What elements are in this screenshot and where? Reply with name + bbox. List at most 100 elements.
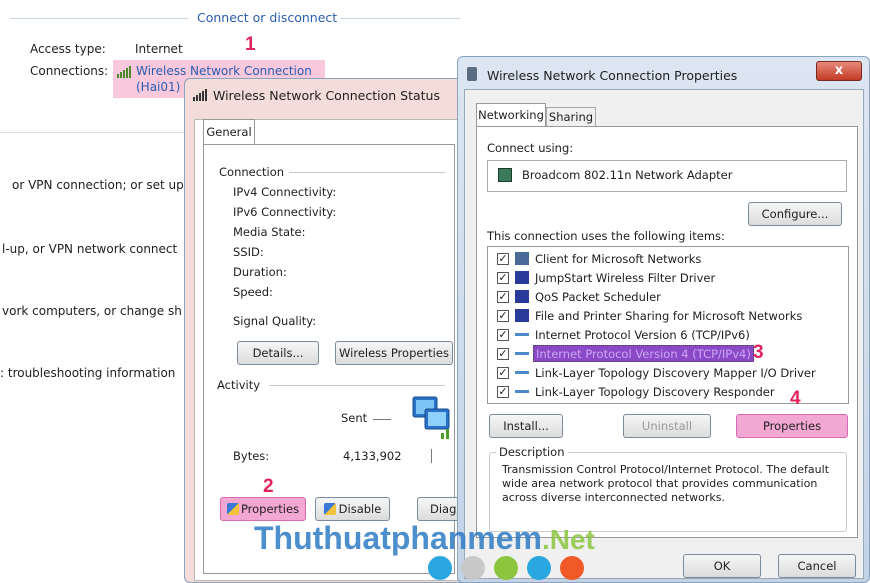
connections-label: Connections: xyxy=(30,64,109,78)
connection-link-line1[interactable]: Wireless Network Connection xyxy=(136,64,312,78)
watermark-dot xyxy=(494,556,518,580)
connection-group-label: Connection xyxy=(219,165,285,179)
network-computers-icon xyxy=(411,395,453,442)
item-checkbox[interactable]: ✓ xyxy=(497,291,509,303)
watermark-dot xyxy=(560,556,584,580)
protocol-icon xyxy=(515,333,529,336)
watermark-text: Thuthuatphanmem xyxy=(254,520,542,556)
cancel-button[interactable]: Cancel xyxy=(778,554,856,578)
access-type-value: Internet xyxy=(135,42,183,56)
wireless-signal-icon xyxy=(193,89,207,104)
list-item-selected[interactable]: Internet Protocol Version 4 (TCP/IPv4) xyxy=(533,345,754,362)
items-list: ✓ Client for Microsoft Networks ✓ JumpSt… xyxy=(487,246,849,404)
signal-quality-label: Signal Quality: xyxy=(233,314,317,328)
list-item[interactable]: Link-Layer Topology Discovery Responder xyxy=(535,385,775,399)
bg-row-2[interactable]: l-up, or VPN network connect xyxy=(2,242,177,256)
bg-row-3[interactable]: vork computers, or change sh xyxy=(2,304,182,318)
list-item[interactable]: Internet Protocol Version 6 (TCP/IPv6) xyxy=(535,328,750,342)
list-item[interactable]: File and Printer Sharing for Microsoft N… xyxy=(535,309,802,323)
tab-general[interactable]: General xyxy=(203,119,255,145)
network-client-icon xyxy=(515,252,529,265)
bytes-divider xyxy=(431,449,432,463)
status-titlebar[interactable]: Wireless Network Connection Status xyxy=(185,79,473,109)
item-checkbox[interactable]: ✓ xyxy=(497,329,509,341)
field-duration: Duration: xyxy=(233,265,287,279)
ok-button[interactable]: OK xyxy=(683,554,761,578)
sent-rule xyxy=(373,419,391,420)
uac-shield-icon xyxy=(226,503,239,515)
field-ipv4: IPv4 Connectivity: xyxy=(233,185,337,199)
watermark-dot xyxy=(428,556,452,580)
bg-row-1[interactable]: or VPN connection; or set up xyxy=(12,178,184,192)
wireless-properties-button[interactable]: Wireless Properties xyxy=(335,341,453,365)
bytes-label: Bytes: xyxy=(233,449,270,463)
field-ipv6: IPv6 Connectivity: xyxy=(233,205,337,219)
activity-group-label: Activity xyxy=(217,378,261,392)
item-checkbox[interactable]: ✓ xyxy=(497,386,509,398)
field-speed: Speed: xyxy=(233,285,273,299)
tab-sharing[interactable]: Sharing xyxy=(546,107,596,127)
step-4-label: 4 xyxy=(790,388,801,409)
status-properties-button[interactable]: Properties xyxy=(220,497,306,521)
sent-label: Sent xyxy=(341,411,368,425)
item-checkbox[interactable]: ✓ xyxy=(497,253,509,265)
properties-title: Wireless Network Connection Properties xyxy=(487,68,738,83)
list-item[interactable]: Link-Layer Topology Discovery Mapper I/O… xyxy=(535,366,816,380)
details-button[interactable]: Details... xyxy=(237,341,319,365)
item-checkbox[interactable]: ✓ xyxy=(497,348,509,360)
list-item[interactable]: JumpStart Wireless Filter Driver xyxy=(535,271,715,285)
status-title: Wireless Network Connection Status xyxy=(213,88,440,103)
uninstall-button[interactable]: Uninstall xyxy=(623,414,711,438)
network-service-icon xyxy=(515,309,529,322)
step-3-label: 3 xyxy=(753,342,764,363)
network-adapter-icon xyxy=(498,168,512,182)
item-checkbox[interactable]: ✓ xyxy=(497,272,509,284)
item-checkbox[interactable]: ✓ xyxy=(497,310,509,322)
section-title: Connect or disconnect xyxy=(197,10,338,25)
watermark-dots xyxy=(428,556,628,580)
field-media-state: Media State: xyxy=(233,225,306,239)
connect-using-label: Connect using: xyxy=(487,141,574,155)
item-properties-button[interactable]: Properties xyxy=(736,414,848,438)
protocol-icon xyxy=(515,371,529,374)
access-type-label: Access type: xyxy=(30,42,106,56)
uac-shield-icon xyxy=(323,503,336,515)
field-ssid: SSID: xyxy=(233,245,264,259)
configure-button[interactable]: Configure... xyxy=(748,202,842,226)
network-service-icon xyxy=(515,271,529,284)
step-2-label: 2 xyxy=(263,476,274,497)
close-button[interactable]: x xyxy=(816,61,862,81)
protocol-icon xyxy=(515,352,529,355)
disable-button[interactable]: Disable xyxy=(315,497,390,521)
properties-window: Wireless Network Connection Properties x… xyxy=(457,56,870,583)
properties-titlebar[interactable]: Wireless Network Connection Properties x xyxy=(458,57,869,87)
tab-networking[interactable]: Networking xyxy=(476,103,546,127)
network-service-icon xyxy=(515,290,529,303)
description-text: Transmission Control Protocol/Internet P… xyxy=(502,463,830,504)
list-item[interactable]: QoS Packet Scheduler xyxy=(535,290,661,304)
activity-group-rule xyxy=(269,385,445,386)
install-button[interactable]: Install... xyxy=(489,414,563,438)
disable-label: Disable xyxy=(338,502,382,516)
status-properties-label: Properties xyxy=(240,502,300,516)
step-1-label: 1 xyxy=(245,34,256,55)
connection-group-rule xyxy=(289,172,445,173)
bytes-sent-value: 4,133,902 xyxy=(343,449,402,463)
list-item[interactable]: Client for Microsoft Networks xyxy=(535,252,701,266)
connection-link-line2[interactable]: (Hai01) xyxy=(136,80,180,94)
section-rule-left xyxy=(10,18,188,19)
watermark-suffix: .Net xyxy=(541,524,595,555)
wireless-signal-icon xyxy=(117,66,131,78)
description-group-label: Description xyxy=(496,445,568,459)
watermark-dot xyxy=(527,556,551,580)
watermark: Thuthuatphanmem.Net xyxy=(254,520,595,557)
protocol-icon xyxy=(515,390,529,393)
bg-row-4[interactable]: : troubleshooting information xyxy=(0,366,175,380)
watermark-dot xyxy=(461,556,485,580)
status-window: Wireless Network Connection Status Gener… xyxy=(184,78,474,583)
section-rule-right xyxy=(340,18,460,19)
divider xyxy=(0,132,200,133)
close-icon: x xyxy=(834,63,844,78)
items-label: This connection uses the following items… xyxy=(487,229,725,243)
item-checkbox[interactable]: ✓ xyxy=(497,367,509,379)
